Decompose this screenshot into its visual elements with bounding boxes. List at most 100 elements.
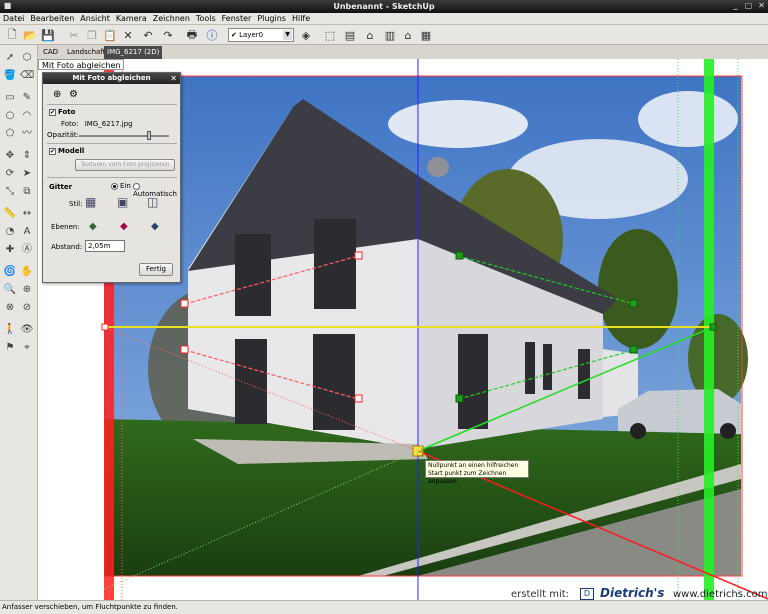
horizon-grip-right[interactable] — [709, 323, 717, 331]
foto-row: Foto: IMG_6217.jpg — [61, 120, 133, 128]
position-camera-icon[interactable]: ⌖ — [20, 341, 34, 355]
paint-icon[interactable]: 🪣 — [3, 69, 17, 83]
opacity-slider-thumb[interactable] — [147, 131, 152, 140]
settings-icon[interactable]: ⚙ — [69, 89, 78, 100]
protractor-icon[interactable]: ◔ — [3, 225, 17, 239]
menu-bearbeiten[interactable]: Bearbeiten — [27, 13, 77, 25]
red-grip-handle[interactable] — [354, 251, 363, 260]
zoom-window-icon[interactable]: ⊕ — [20, 283, 34, 297]
front-view-icon[interactable]: ⌂ — [362, 27, 378, 43]
maximize-button[interactable]: ▢ — [743, 1, 754, 11]
section-icon[interactable]: ⚑ — [3, 341, 17, 355]
cut-icon[interactable]: ✂ — [66, 27, 82, 43]
lookaround-icon[interactable]: 👁 — [20, 323, 34, 337]
zoom-icon[interactable]: 🔍 — [3, 283, 17, 297]
menu-datei[interactable]: Datei — [0, 13, 27, 25]
axes-icon[interactable]: ✚ — [3, 243, 17, 257]
plane-red-green-icon[interactable]: ◆ — [89, 221, 97, 232]
iso-view-icon[interactable]: ⬚ — [322, 27, 338, 43]
menu-kamera[interactable]: Kamera — [113, 13, 150, 25]
open-icon[interactable]: 📂 — [22, 27, 38, 43]
tab-cad[interactable]: CAD — [40, 46, 61, 59]
grid-style-top-icon[interactable]: ◫ — [147, 195, 158, 209]
save-icon[interactable]: 💾 — [40, 27, 56, 43]
rotate-icon[interactable]: ⟳ — [3, 167, 17, 181]
menu-zeichnen[interactable]: Zeichnen — [150, 13, 193, 25]
dimension-icon[interactable]: ↔ — [20, 207, 34, 221]
red-grip-handle[interactable] — [354, 394, 363, 403]
horizon-grip-left[interactable] — [101, 323, 109, 331]
plane-green-blue-icon[interactable]: ◆ — [151, 221, 159, 232]
modell-section[interactable]: ✔ Modell — [49, 147, 84, 155]
walk-icon[interactable]: 🚶 — [3, 323, 17, 337]
pushpull-icon[interactable]: ⇕ — [20, 149, 34, 163]
add-photo-icon[interactable]: ⊕ — [53, 89, 61, 100]
top-view-icon[interactable]: ▤ — [342, 27, 358, 43]
minimize-button[interactable]: _ — [730, 1, 741, 11]
green-grip-handle[interactable] — [455, 394, 464, 403]
red-grip-handle[interactable] — [180, 299, 189, 308]
menu-hilfe[interactable]: Hilfe — [289, 13, 313, 25]
foto-section[interactable]: ✔ Foto — [49, 108, 75, 116]
previous-view-icon[interactable]: ⊘ — [20, 301, 34, 315]
close-button[interactable]: ✕ — [756, 1, 767, 11]
menu-plugins[interactable]: Plugins — [254, 13, 289, 25]
polygon-icon[interactable]: ⬠ — [3, 127, 17, 141]
select-icon[interactable]: ➚ — [3, 51, 17, 65]
back-view-icon[interactable]: ⌂ — [400, 27, 416, 43]
orbit-icon[interactable]: 🌀 — [3, 265, 17, 279]
line-icon[interactable]: ✎ — [20, 91, 34, 105]
grid-style-inside-icon[interactable]: ▦ — [85, 195, 96, 209]
print-icon[interactable]: 🖶 — [184, 27, 200, 43]
menu-ansicht[interactable]: Ansicht — [77, 13, 113, 25]
tab-img-6217[interactable]: IMG_6217 (2D) — [104, 46, 163, 59]
move-icon[interactable]: ✥ — [3, 149, 17, 163]
chevron-down-icon[interactable]: ▼ — [283, 30, 292, 40]
redo-icon[interactable]: ↷ — [160, 27, 176, 43]
grid-on-radio[interactable] — [111, 182, 118, 190]
tape-icon[interactable]: 📏 — [3, 207, 17, 221]
green-grip-handle[interactable] — [629, 299, 638, 308]
close-icon[interactable]: ✕ — [170, 73, 177, 84]
opacity-slider-track[interactable] — [79, 135, 169, 137]
followme-icon[interactable]: ➤ — [20, 167, 34, 181]
paste-icon[interactable]: 📋 — [102, 27, 118, 43]
tab-landschaft[interactable]: Landschaft — [64, 46, 108, 59]
arc-icon[interactable]: ◠ — [20, 109, 34, 123]
green-grip-handle[interactable] — [629, 345, 638, 354]
grid-style-outside-icon[interactable]: ▣ — [117, 195, 128, 209]
layer-manager-icon[interactable]: ◈ — [298, 27, 314, 43]
done-button[interactable]: Fertig — [139, 263, 173, 276]
modell-checkbox[interactable]: ✔ — [49, 147, 56, 155]
component-icon[interactable]: ⬡ — [20, 51, 34, 65]
offset-icon[interactable]: ⧉ — [20, 185, 34, 199]
foto-checkbox[interactable]: ✔ — [49, 108, 56, 116]
scale-icon[interactable]: ⤡ — [3, 185, 17, 199]
plane-red-blue-icon[interactable]: ◆ — [120, 221, 128, 232]
freehand-icon[interactable]: 〰 — [20, 127, 34, 141]
info-icon[interactable]: ⓘ — [204, 27, 220, 43]
spacing-input[interactable]: 2,05m — [85, 240, 125, 252]
delete-icon[interactable]: ✕ — [120, 27, 136, 43]
layer-select[interactable]: ✔ Layer0 ▼ — [228, 28, 294, 42]
right-view-icon[interactable]: ▥ — [382, 27, 398, 43]
new-icon[interactable]: 🗋 — [4, 27, 20, 43]
green-grip-handle[interactable] — [455, 251, 464, 260]
3dtext-icon[interactable]: Ⓐ — [20, 243, 34, 257]
zoom-extents-icon[interactable]: ⊗ — [3, 301, 17, 315]
window-menu-icon[interactable]: ■ — [2, 1, 13, 11]
menu-tools[interactable]: Tools — [193, 13, 219, 25]
red-grip-handle[interactable] — [180, 345, 189, 354]
left-view-icon[interactable]: ▦ — [418, 27, 434, 43]
project-textures-button[interactable]: Texturen vom Foto projizieren — [75, 159, 175, 171]
grid-on-option[interactable]: Ein — [111, 182, 131, 190]
menu-fenster[interactable]: Fenster — [219, 13, 255, 25]
circle-icon[interactable]: ○ — [3, 109, 17, 123]
rectangle-icon[interactable]: ▭ — [3, 91, 17, 105]
grid-auto-radio[interactable] — [133, 182, 140, 190]
eraser-icon[interactable]: ⌫ — [20, 69, 34, 83]
pan-icon[interactable]: ✋ — [20, 265, 34, 279]
copy-icon[interactable]: ❐ — [84, 27, 100, 43]
text-icon[interactable]: A — [20, 225, 34, 239]
undo-icon[interactable]: ↶ — [140, 27, 156, 43]
